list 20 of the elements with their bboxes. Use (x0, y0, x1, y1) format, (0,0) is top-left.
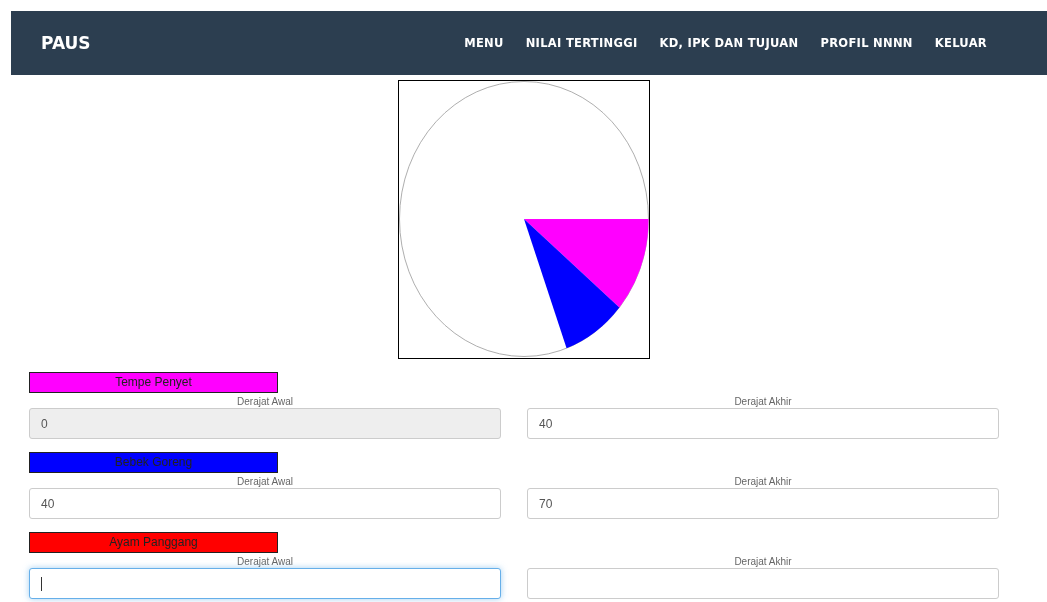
nav-link[interactable]: NILAI TERTINGGI (525, 36, 638, 50)
input-field[interactable]: 40 (29, 488, 501, 519)
field-label: Derajat Akhir (734, 476, 792, 487)
input-field[interactable]: 70 (527, 488, 999, 519)
field-label: Derajat Awal (237, 476, 293, 487)
field-label: Derajat Awal (237, 396, 293, 407)
nav-link[interactable]: MENU (464, 36, 504, 50)
color-label: Bebek Goreng (29, 452, 278, 473)
nav-link[interactable]: PROFIL NNNN (820, 36, 913, 50)
field-label: Derajat Akhir (734, 396, 792, 407)
color-label: Ayam Panggang (29, 532, 278, 553)
input-field[interactable] (527, 568, 999, 599)
nav-link[interactable]: KD, IPK DAN TUJUAN (659, 36, 799, 50)
field-label: Derajat Akhir (734, 556, 792, 567)
field-label: Derajat Awal (237, 556, 293, 567)
brand-logo[interactable]: PAUS (41, 33, 91, 53)
nav-link[interactable]: KELUAR (934, 36, 987, 50)
input-field[interactable]: 40 (527, 408, 999, 439)
input-field[interactable] (29, 568, 501, 599)
color-label: Tempe Penyet (29, 372, 278, 393)
